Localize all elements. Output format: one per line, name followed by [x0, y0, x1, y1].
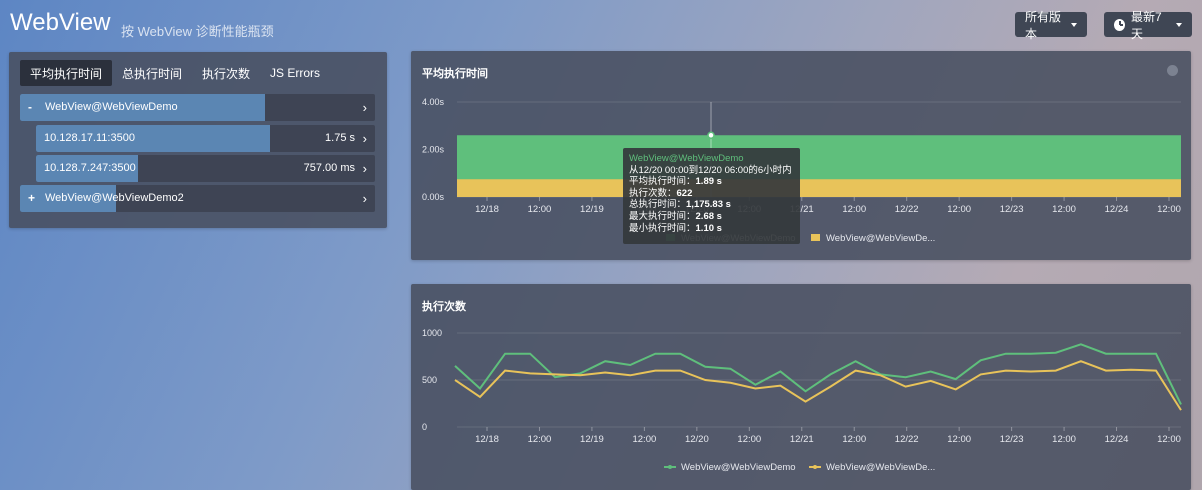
x-tick-label: 12:00: [528, 434, 552, 445]
tooltip-line: 平均执行时间：1.89 s: [629, 176, 722, 188]
version-dropdown-label: 所有版本: [1025, 9, 1062, 41]
page-title: WebView: [10, 9, 111, 36]
page-header: WebView 按 WebView 诊断性能瓶颈 所有版本 最新7天: [0, 0, 1202, 50]
tooltip-line: 执行次数：622: [629, 187, 693, 199]
series-line: [454, 360, 1182, 411]
list-item-label: WebView@WebViewDemo2: [45, 192, 184, 204]
list-item[interactable]: + WebView@WebViewDemo2 ›: [20, 185, 375, 212]
y-tick-label: 2.00s: [422, 145, 445, 155]
x-tick-label: 12:00: [737, 434, 761, 445]
x-tick-label: 12/18: [475, 434, 499, 445]
chevron-down-icon: [1176, 22, 1182, 27]
time-range-dropdown[interactable]: 最新7天: [1104, 10, 1192, 41]
x-tick-label: 12:00: [1052, 434, 1076, 445]
legend-label: WebView@WebViewDemo: [681, 462, 796, 473]
clock-icon: [1114, 18, 1125, 31]
x-tick-label: 12/20: [685, 434, 709, 445]
y-tick-label: 500: [422, 375, 437, 385]
x-tick-label: 12:00: [1052, 204, 1076, 215]
list-item-label: WebView@WebViewDemo: [45, 101, 178, 113]
chevron-right-icon: ›: [362, 161, 367, 176]
legend-swatch: [668, 465, 672, 469]
chevron-right-icon: ›: [362, 100, 367, 115]
webview-list-panel: 平均执行时间 总执行时间 执行次数 JS Errors - WebView@We…: [9, 52, 387, 228]
x-tick-label: 12/22: [895, 204, 919, 215]
time-range-label: 最新7天: [1130, 9, 1162, 41]
count-chart[interactable]: 1000 500 0 12/18 12:00 12/19 12:00 12/20 12:00 12…: [411, 284, 1191, 490]
chevron-down-icon: [1071, 22, 1077, 27]
collapse-icon[interactable]: -: [28, 100, 32, 114]
tooltip-range: 从12/20 00:00到12/20 06:00的6小时内: [629, 164, 792, 176]
list-item-value: 1.75 s: [325, 132, 355, 144]
x-tick-label: 12/23: [1000, 204, 1024, 215]
list-item-label: 10.128.7.247:3500: [44, 162, 136, 174]
tab-total-time[interactable]: 总执行时间: [112, 60, 192, 86]
x-tick-label: 12/23: [1000, 434, 1024, 445]
expand-icon[interactable]: +: [28, 191, 35, 205]
list-item[interactable]: 10.128.17.11:3500 1.75 s ›: [36, 125, 375, 152]
tab-js-errors[interactable]: JS Errors: [260, 60, 330, 86]
legend-label: WebView@WebViewDe...: [826, 462, 935, 473]
y-tick-label: 0.00s: [422, 192, 445, 202]
x-tick-label: 12:00: [632, 434, 656, 445]
series-area: [457, 179, 1181, 197]
avg-time-chart[interactable]: 4.00s2.00s0.00s12/1812:0012/1912:0012/20…: [411, 51, 1191, 260]
list-item-value: 757.00 ms: [303, 162, 355, 174]
avg-time-chart-panel: 平均执行时间 4.00s2.00s0.00s12/1812:0012/1912:…: [411, 51, 1191, 260]
x-tick-label: 12:00: [842, 204, 866, 215]
x-tick-label: 12/21: [790, 434, 814, 445]
tab-count[interactable]: 执行次数: [192, 60, 260, 86]
chevron-right-icon: ›: [362, 191, 367, 206]
count-chart-panel: 执行次数 1000 500 0 12/18 12:00 12/19 12:00 12/20 12…: [411, 284, 1191, 490]
x-tick-label: 12/22: [895, 434, 919, 445]
y-tick-label: 1000: [422, 328, 442, 338]
x-tick-label: 12:00: [1157, 204, 1181, 215]
list-item-label: 10.128.17.11:3500: [44, 132, 135, 144]
tooltip-line: 总执行时间：1,175.83 s: [629, 199, 731, 211]
x-tick-label: 12/19: [580, 434, 604, 445]
metric-tabs: 平均执行时间 总执行时间 执行次数 JS Errors: [20, 60, 330, 86]
chevron-right-icon: ›: [362, 131, 367, 146]
tooltip-line: 最小执行时间：1.10 s: [629, 222, 722, 234]
x-tick-label: 12/19: [580, 204, 604, 215]
version-dropdown[interactable]: 所有版本: [1015, 10, 1087, 41]
x-tick-label: 12/24: [1105, 204, 1129, 215]
y-tick-label: 0: [422, 422, 427, 432]
list-item[interactable]: - WebView@WebViewDemo ›: [20, 94, 375, 121]
x-tick-label: 12:00: [1157, 434, 1181, 445]
x-tick-label: 12:00: [947, 204, 971, 215]
legend-label: WebView@WebViewDe...: [826, 233, 935, 244]
chart-tooltip: WebView@WebViewDemo 从12/20 00:00到12/20 0…: [623, 148, 800, 244]
x-tick-label: 12:00: [947, 434, 971, 445]
legend-swatch: [813, 465, 817, 469]
tooltip-line: 最大执行时间：2.68 s: [629, 210, 722, 222]
x-tick-label: 12:00: [528, 204, 552, 215]
x-tick-label: 12/18: [475, 204, 499, 215]
page-subtitle: 按 WebView 诊断性能瓶颈: [121, 24, 274, 39]
list-item[interactable]: 10.128.7.247:3500 757.00 ms ›: [36, 155, 375, 182]
x-tick-label: 12/24: [1105, 434, 1129, 445]
y-tick-label: 4.00s: [422, 97, 445, 107]
tooltip-title: WebView@WebViewDemo: [629, 153, 744, 164]
tab-avg-time[interactable]: 平均执行时间: [20, 60, 113, 86]
x-tick-label: 12:00: [842, 434, 866, 445]
legend-swatch: [811, 234, 820, 241]
hover-point: [707, 131, 715, 139]
